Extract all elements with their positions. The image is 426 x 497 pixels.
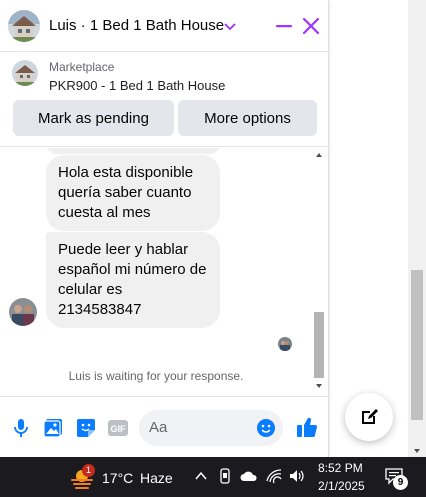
contact-avatar[interactable] [8,10,40,42]
more-options-button[interactable]: More options [178,100,317,136]
weather-condition-text[interactable]: Haze [140,470,173,486]
listing-name[interactable]: PKR900 - 1 Bed 1 Bath House [49,78,225,93]
minimize-icon[interactable] [274,16,294,36]
scroll-down-arrow-icon[interactable] [316,384,322,388]
microphone-icon[interactable] [10,417,32,439]
message-bubble: Hola esta disponible quería saber cuanto… [46,155,220,231]
chevron-up-icon[interactable] [194,468,208,489]
meet-now-icon[interactable] [218,468,232,489]
notification-count-badge: 9 [393,475,408,490]
page-scrollbar-thumb[interactable] [411,270,423,420]
scroll-up-arrow-icon[interactable] [316,153,322,157]
photo-icon[interactable] [42,417,64,439]
page-scrollbar[interactable] [408,0,426,457]
close-icon[interactable] [301,16,321,36]
svg-text:GIF: GIF [111,424,127,434]
clock-date[interactable]: 2/1/2025 [318,479,365,493]
message-thread: Hola esta disponible quería saber cuanto… [0,148,329,396]
message-input-placeholder: Aa [149,419,168,436]
weather-alert-badge: 1 [82,464,95,477]
onedrive-cloud-icon[interactable] [240,468,258,489]
waiting-status-text: Luis is waiting for your response. [68,369,244,383]
chevron-down-icon[interactable] [224,19,236,37]
gif-icon[interactable]: GIF [106,417,130,439]
sender-avatar[interactable] [9,298,37,326]
previous-message-bubble [46,148,220,154]
listing-source: Marketplace [49,60,115,74]
temperature-text[interactable]: 17°C [102,470,133,486]
message-composer: GIF Aa [0,396,329,457]
chat-window: Luis · 1 Bed 1 Bath House Marketplace PK… [0,0,329,457]
wifi-icon[interactable] [266,468,282,489]
mark-as-pending-button[interactable]: Mark as pending [13,100,174,136]
chat-title[interactable]: Luis · 1 Bed 1 Bath House [49,17,224,34]
chat-header: Luis · 1 Bed 1 Bath House [0,0,329,52]
marketplace-listing-card: Marketplace PKR900 - 1 Bed 1 Bath House … [0,52,329,147]
message-scrollbar-thumb[interactable] [314,312,324,378]
emoji-icon[interactable] [256,418,276,443]
listing-thumbnail[interactable] [12,60,38,86]
compose-icon [362,409,378,424]
new-message-button[interactable] [345,393,393,441]
volume-icon[interactable] [288,468,306,489]
thumbs-up-icon[interactable] [295,415,319,444]
taskbar: 1 17°C Haze 8:52 PM 2/1/2025 9 [0,457,426,497]
message-bubble: Puede leer y hablar español mi número de… [46,232,220,328]
message-scrollbar[interactable] [312,148,326,394]
sticker-icon[interactable] [75,417,97,439]
seen-avatar [278,337,292,351]
scroll-down-arrow-icon[interactable] [414,449,420,453]
clock-time[interactable]: 8:52 PM [318,461,363,475]
message-input[interactable]: Aa [139,410,283,446]
